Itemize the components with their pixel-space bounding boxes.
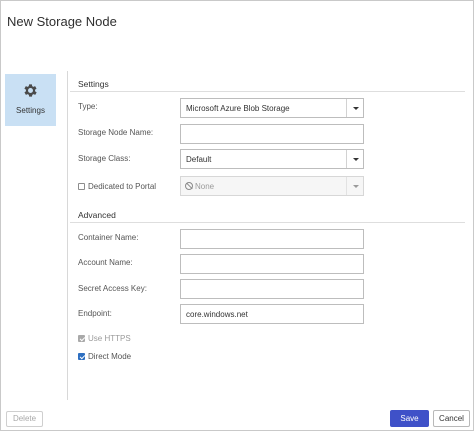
secret-access-key-label: Secret Access Key: <box>78 284 147 293</box>
save-button[interactable]: Save <box>390 410 429 427</box>
dialog-title: New Storage Node <box>7 14 117 29</box>
advanced-divider <box>70 222 465 223</box>
account-name-input[interactable] <box>180 254 364 274</box>
direct-mode-label: Direct Mode <box>88 352 132 361</box>
panel-divider <box>67 71 68 400</box>
type-select[interactable]: Microsoft Azure Blob Storage <box>180 98 364 118</box>
use-https-checkbox <box>78 335 85 342</box>
nav-item-label: Settings <box>16 106 45 115</box>
type-label: Type: <box>78 102 98 111</box>
none-icon <box>185 182 193 190</box>
storage-class-select-value: Default <box>186 155 212 164</box>
container-name-label: Container Name: <box>78 233 139 242</box>
new-storage-node-dialog: New Storage Node Settings Settings Type:… <box>0 0 474 431</box>
direct-mode-checkbox[interactable] <box>78 353 85 360</box>
endpoint-label: Endpoint: <box>78 309 112 318</box>
storage-class-select[interactable]: Default <box>180 149 364 169</box>
chevron-down-icon <box>346 99 363 117</box>
chevron-down-icon <box>346 150 363 168</box>
dedicated-to-portal-label: Dedicated to Portal <box>88 182 157 191</box>
gear-icon <box>24 84 37 97</box>
settings-divider <box>70 91 465 92</box>
storage-node-name-label: Storage Node Name: <box>78 128 154 137</box>
portal-select: None <box>180 176 364 196</box>
portal-select-value: None <box>195 182 215 191</box>
storage-class-label: Storage Class: <box>78 154 131 163</box>
advanced-heading: Advanced <box>78 210 116 220</box>
type-select-value: Microsoft Azure Blob Storage <box>186 104 290 113</box>
delete-button: Delete <box>6 411 43 427</box>
nav-item-settings[interactable]: Settings <box>5 74 56 126</box>
use-https-label: Use HTTPS <box>88 334 131 343</box>
chevron-down-icon <box>346 177 363 195</box>
account-name-label: Account Name: <box>78 258 133 267</box>
cancel-button[interactable]: Cancel <box>433 410 470 427</box>
endpoint-input[interactable]: core.windows.net <box>180 304 364 324</box>
dedicated-to-portal-checkbox[interactable] <box>78 183 85 190</box>
storage-node-name-input[interactable] <box>180 124 364 144</box>
settings-heading: Settings <box>78 79 109 89</box>
secret-access-key-input[interactable] <box>180 279 364 299</box>
container-name-input[interactable] <box>180 229 364 249</box>
